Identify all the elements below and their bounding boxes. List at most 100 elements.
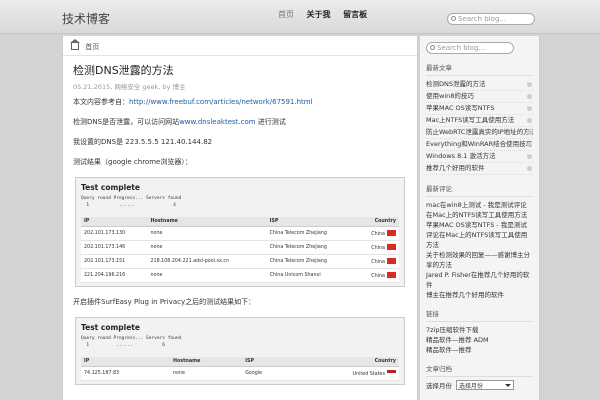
post-p1-text: 本文内容参考自： [73, 98, 129, 106]
post: 检测DNS泄露的方法 05.21.2015, 网络安全 geek, by 博主 … [63, 56, 417, 400]
archive-select-value: 选择月份 [459, 383, 484, 390]
recent-post-link[interactable]: Mac上NTFS读写工具使用方法 [426, 115, 533, 127]
china-flag-icon [387, 230, 396, 236]
col-country: Country [291, 357, 399, 367]
links-widget: 链接 7zip压缩软件下载 精品软件—推荐 ADM 精品软件—推荐 [426, 308, 533, 355]
top-header: 技术博客 首页 关于我 留言板 Search blog... [0, 0, 600, 34]
cell-isp: Google [242, 366, 292, 381]
shot1-table: IP Hostname ISP Country 202.101.173.130 … [81, 217, 399, 283]
post-paragraph-2: 检测DNS是否泄露，可以访问网站www.dnsleaktest.com 进行测试 [73, 117, 407, 127]
nav-item-about[interactable]: 关于我 [307, 10, 331, 19]
search-icon [451, 16, 456, 21]
breadcrumb-home[interactable]: 首页 [85, 43, 99, 51]
table-row: 202.101.173.146 none China Telecom Zheji… [81, 240, 399, 255]
cell-ip: 202.101.173.146 [81, 240, 148, 255]
comment-item[interactable]: Jared P. Fisher在推荐几个好用的软件 [426, 270, 533, 290]
sidebar: Search blog... 最新文章 检测DNS泄露的方法 使用win8的技巧… [420, 36, 540, 400]
blogroll-link[interactable]: 精品软件—推荐 [426, 345, 533, 355]
recent-post-label: Everything和WinRAR结合使用技巧 [426, 140, 533, 148]
col-ip: IP [81, 357, 170, 367]
comment-item[interactable]: 苹果MAC OS读写NTFS - 我是测试评论在Mac上的NTFS读写工具使用方… [426, 220, 533, 250]
recent-post-label: 防止WebRTC泄露真实的IP地址的方法 [426, 128, 533, 136]
cell-isp: China Telecom Zhejiang [266, 254, 356, 269]
main-nav: 首页 关于我 留言板 [278, 9, 377, 20]
recent-post-link[interactable]: 检测DNS泄露的方法 [426, 79, 533, 91]
table-row: 74.125.187.83 none Google United States [81, 366, 399, 381]
nav-item-home[interactable]: 首页 [278, 10, 294, 19]
col-hostname: Hostname [147, 217, 267, 227]
nav-item-guestbook[interactable]: 留言板 [343, 10, 367, 19]
recent-post-label: 检测DNS泄露的方法 [426, 80, 486, 88]
main-content: 首页 检测DNS泄露的方法 05.21.2015, 网络安全 geek, by … [62, 36, 418, 400]
us-flag-icon [387, 370, 396, 376]
bullet-icon [527, 166, 532, 171]
shot2-progress-line-2: 1 ...... 6 [81, 343, 165, 348]
recent-post-link[interactable]: 推荐几个好用的软件 [426, 163, 533, 175]
header-search-input[interactable]: Search blog... [447, 13, 535, 25]
bullet-icon [527, 142, 532, 147]
china-flag-icon [387, 272, 396, 278]
country-name: China [371, 232, 385, 237]
comment-item[interactable]: mac在win8上测试 - 我是测试评论在Mac上的NTFS读写工具使用方法 [426, 200, 533, 220]
cell-country: China [355, 268, 399, 283]
post-p2-suffix: 进行测试 [255, 118, 286, 126]
post-paragraph-4: 测试结果（google chrome浏览器）： [73, 158, 192, 166]
table-row: 221.204.196.216 none China Unicom Shanxi… [81, 268, 399, 283]
cell-hostname: 218.108.204.221.adsl-pool.sx.cn [147, 254, 267, 269]
shot1-progress-line-1: Query round Progress... Servers found [81, 196, 182, 201]
bullet-icon [527, 106, 532, 111]
shot2-table: IP Hostname ISP Country 74.125.187.83 no… [81, 357, 399, 381]
archive-select[interactable]: 选择月份 [456, 380, 514, 390]
page-background-right [541, 36, 600, 400]
screenshot-test-result-1: Test complete Query round Progress... Se… [75, 177, 405, 287]
table-row: 202.101.173.130 none China Telecom Zheji… [81, 226, 399, 241]
country-name: China [371, 246, 385, 251]
country-name: China [371, 260, 385, 265]
post-paragraph-3: 我设置的DNS是 223.5.5.5 121.40.144.82 [73, 138, 213, 146]
cell-country: United States [291, 366, 399, 381]
site-title[interactable]: 技术博客 [62, 10, 110, 27]
cell-country: China [355, 254, 399, 269]
blogroll-link[interactable]: 7zip压缩软件下载 [426, 325, 533, 335]
breadcrumb: 首页 [63, 36, 417, 56]
cell-ip: 221.204.196.216 [81, 268, 148, 283]
header-search-placeholder: Search blog... [458, 15, 507, 23]
shot1-progress-line-2: 1 ...... 4 [81, 203, 176, 208]
recent-post-link[interactable]: Windows 8.1 激活方法 [426, 151, 533, 163]
shot2-title: Test complete [81, 323, 140, 332]
recent-post-label: 苹果MAC OS读写NTFS [426, 104, 495, 112]
bullet-icon [527, 118, 532, 123]
bullet-icon [527, 130, 532, 135]
sidebar-search-placeholder: Search blog... [437, 44, 486, 52]
recent-post-link[interactable]: 防止WebRTC泄露真实的IP地址的方法 [426, 127, 533, 139]
china-flag-icon [387, 258, 396, 264]
col-isp: ISP [266, 217, 356, 227]
archive-row: 选择月份 选择月份 [426, 380, 533, 390]
post-title[interactable]: 检测DNS泄露的方法 [73, 62, 407, 78]
home-icon[interactable] [70, 39, 80, 50]
cell-country: China [355, 226, 399, 241]
col-hostname: Hostname [169, 357, 243, 367]
cell-ip: 74.125.187.83 [81, 366, 170, 381]
source-link[interactable]: http://www.freebuf.com/articles/network/… [129, 98, 313, 106]
comment-item[interactable]: 博主在推荐几个好用的软件 [426, 290, 533, 300]
shot2-progress-line-1: Query round Progress... Servers found [81, 336, 182, 341]
comment-item[interactable]: 关于检测效果的回复——感谢博主分享的方法 [426, 250, 533, 270]
recent-post-link[interactable]: 使用win8的技巧 [426, 91, 533, 103]
archive-label: 选择月份 [426, 382, 452, 390]
cell-hostname: none [147, 226, 267, 241]
post-paragraph-5: 开启插件SurfEasy Plug in Privacy之后的测试结果如下： [73, 298, 256, 306]
recent-post-link[interactable]: 苹果MAC OS读写NTFS [426, 103, 533, 115]
cell-hostname: none [147, 268, 267, 283]
recent-post-link[interactable]: Everything和WinRAR结合使用技巧 [426, 139, 533, 151]
archive-widget: 文章归档 选择月份 选择月份 [426, 363, 533, 390]
cell-isp: China Telecom Zhejiang [266, 240, 356, 255]
col-isp: ISP [242, 357, 292, 367]
country-name: United States [352, 372, 385, 377]
recent-post-label: Mac上NTFS读写工具使用方法 [426, 116, 515, 124]
screenshot-test-result-2: Test complete Query round Progress... Se… [75, 317, 405, 385]
country-name: China [371, 274, 385, 279]
dnsleaktest-link[interactable]: www.dnsleaktest.com [179, 118, 256, 126]
sidebar-search-input[interactable]: Search blog... [426, 42, 514, 54]
blogroll-link[interactable]: 精品软件—推荐 ADM [426, 335, 533, 345]
